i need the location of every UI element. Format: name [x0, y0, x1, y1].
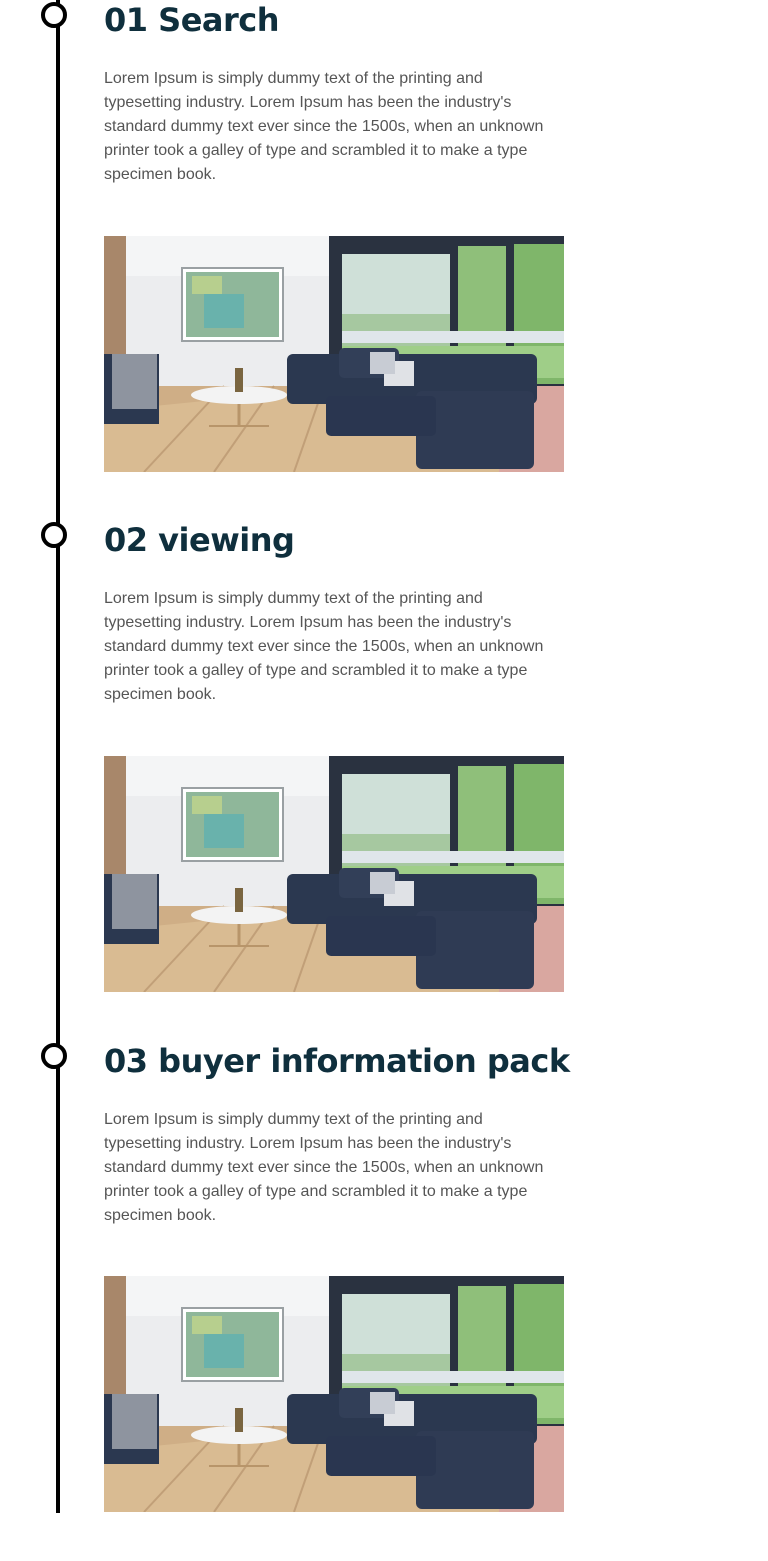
step-description: Lorem Ipsum is simply dummy text of the …: [104, 590, 544, 703]
step-title: 03 buyer information pack: [104, 1042, 570, 1080]
step-description: Lorem Ipsum is simply dummy text of the …: [104, 1111, 544, 1224]
living-room-photo: [104, 1276, 564, 1512]
step-title: 01 Search: [104, 1, 280, 39]
step-description: Lorem Ipsum is simply dummy text of the …: [104, 70, 544, 183]
timeline-line: [55, 0, 60, 1513]
living-room-photo: [104, 756, 564, 992]
living-room-photo: [104, 236, 564, 472]
timeline-marker-icon: [41, 2, 67, 28]
timeline-marker-icon: [41, 522, 67, 548]
step-title: 02 viewing: [104, 521, 295, 559]
timeline-marker-icon: [41, 1043, 67, 1069]
